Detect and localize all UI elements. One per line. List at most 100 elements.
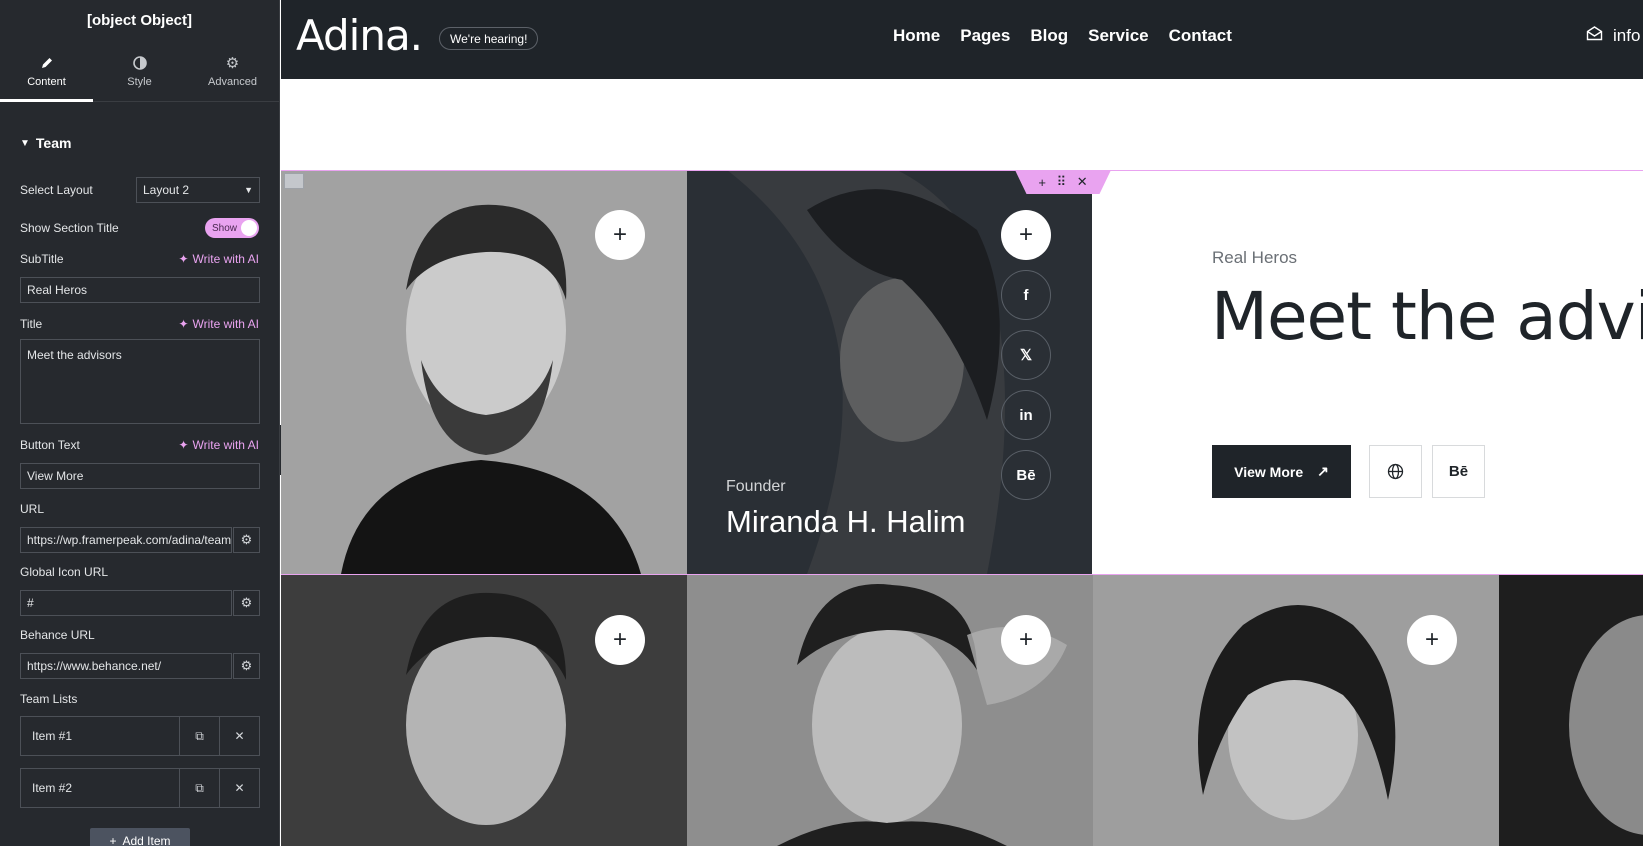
site-header: Adina. We're hearing! Home Pages Blog Se… [281, 0, 1643, 79]
plus-icon: + [109, 834, 117, 846]
drag-handle-icon[interactable]: ⠿ [1057, 174, 1067, 190]
duplicate-icon[interactable]: ⧉ [179, 769, 219, 807]
pencil-icon [40, 54, 54, 72]
url-input[interactable]: https://wp.framerpeak.com/adina/team [20, 527, 232, 553]
behance-url-input[interactable]: https://www.behance.net/ [20, 653, 232, 679]
button-text-row: Button Text ✦ Write with AI [20, 436, 259, 454]
show-title-toggle[interactable]: Show [205, 218, 259, 238]
team-section-heading: Real Heros Meet the advisors View More ↗… [1092, 170, 1643, 574]
show-title-row: Show Section Title Show [20, 218, 259, 238]
view-more-label: View More [1234, 463, 1304, 480]
menu-service[interactable]: Service [1088, 26, 1149, 46]
tab-content[interactable]: Content [0, 40, 93, 102]
url-row: URL [20, 500, 259, 518]
behance-url-row: Behance URL [20, 626, 259, 644]
title-textarea[interactable]: Meet the advisors [20, 339, 260, 424]
team-card[interactable]: + [687, 575, 1093, 846]
caret-down-icon: ▼ [20, 137, 30, 149]
featured-team-card[interactable]: + f 𝕏 in Bē Founder Miranda H. Halim [687, 170, 1093, 574]
x-twitter-icon[interactable]: 𝕏 [1001, 330, 1051, 380]
subtitle-input[interactable]: Real Heros [20, 277, 260, 303]
team-card[interactable]: + [281, 575, 687, 846]
section-team-label: Team [35, 135, 72, 151]
close-section-icon[interactable]: ✕ [1077, 174, 1088, 190]
plus-button[interactable]: + [1001, 210, 1051, 260]
ai-label: Write with AI [192, 317, 259, 331]
tab-content-label: Content [27, 75, 66, 88]
behance-link-icon[interactable]: Bē [1432, 445, 1485, 498]
arrow-up-right-icon: ↗ [1317, 463, 1329, 479]
add-item-button[interactable]: + Add Item [90, 828, 190, 846]
team-member-photo [1499, 575, 1643, 846]
panel-tabs: Content Style ⚙ Advanced [0, 40, 279, 102]
member-role: Founder [726, 478, 786, 495]
global-icon-url-row: Global Icon URL [20, 563, 259, 581]
repeater-item[interactable]: Item #2 ⧉ ✕ [20, 768, 260, 808]
gear-icon: ⚙ [225, 54, 240, 72]
url-settings-gear-icon[interactable]: ⚙ [233, 527, 260, 553]
menu-pages[interactable]: Pages [960, 26, 1010, 46]
team-lists-row: Team Lists [20, 690, 259, 708]
close-icon[interactable]: ✕ [219, 717, 259, 755]
hearing-badge[interactable]: We're hearing! [439, 27, 539, 50]
tab-style-label: Style [127, 75, 152, 88]
show-title-label: Show Section Title [20, 221, 119, 235]
mail-icon [1586, 26, 1603, 46]
plus-button[interactable]: + [595, 210, 645, 260]
plus-button[interactable]: + [1407, 615, 1457, 665]
section-team-toggle[interactable]: ▼ Team [0, 124, 279, 162]
select-layout-dropdown[interactable]: Layout 2 ▼ [136, 177, 260, 203]
chevron-down-icon: ▼ [244, 185, 253, 195]
title-row: Title ✦ Write with AI [20, 315, 259, 333]
team-card[interactable] [1499, 575, 1643, 846]
view-more-button[interactable]: View More ↗ [1212, 445, 1351, 498]
subtitle-label: SubTitle [20, 252, 64, 266]
toggle-knob [241, 220, 257, 236]
behance-icon[interactable]: Bē [1001, 450, 1051, 500]
ai-label: Write with AI [192, 252, 259, 266]
menu-blog[interactable]: Blog [1030, 26, 1068, 46]
select-layout-label: Select Layout [20, 183, 93, 197]
button-text-input[interactable]: View More [20, 463, 260, 489]
site-preview: Adina. We're hearing! Home Pages Blog Se… [281, 0, 1643, 846]
add-section-icon[interactable]: + [1038, 175, 1046, 190]
tab-advanced[interactable]: ⚙ Advanced [186, 40, 279, 101]
team-card[interactable]: + [1093, 575, 1499, 846]
plus-button[interactable]: + [595, 615, 645, 665]
tab-advanced-label: Advanced [208, 75, 257, 88]
close-icon[interactable]: ✕ [219, 769, 259, 807]
team-card[interactable]: + [281, 170, 687, 574]
behance-url-label: Behance URL [20, 628, 95, 642]
global-icon-settings-gear-icon[interactable]: ⚙ [233, 590, 260, 616]
member-name[interactable]: Miranda H. Halim [726, 504, 965, 540]
spacer-section [281, 79, 1643, 170]
linkedin-icon[interactable]: in [1001, 390, 1051, 440]
select-layout-value: Layout 2 [143, 183, 190, 197]
site-logo[interactable]: Adina. [296, 11, 423, 60]
global-icon-url-input[interactable]: # [20, 590, 232, 616]
tab-style[interactable]: Style [93, 40, 186, 101]
title-label: Title [20, 317, 43, 331]
main-menu: Home Pages Blog Service Contact [893, 26, 1232, 46]
ai-label: Write with AI [192, 438, 259, 452]
menu-home[interactable]: Home [893, 26, 940, 46]
team-lists-label: Team Lists [20, 692, 78, 706]
repeater-item[interactable]: Item #1 ⧉ ✕ [20, 716, 260, 756]
write-with-ai-subtitle[interactable]: ✦ Write with AI [178, 252, 259, 266]
facebook-icon[interactable]: f [1001, 270, 1051, 320]
repeater-item-label: Item #2 [32, 781, 73, 795]
globe-icon[interactable] [1369, 445, 1422, 498]
menu-contact[interactable]: Contact [1169, 26, 1232, 46]
header-email[interactable]: info [1586, 26, 1640, 46]
subtitle-row: SubTitle ✦ Write with AI [20, 250, 259, 268]
behance-settings-gear-icon[interactable]: ⚙ [233, 653, 260, 679]
write-with-ai-button[interactable]: ✦ Write with AI [178, 438, 259, 452]
plus-button[interactable]: + [1001, 615, 1051, 665]
header-email-text: info [1613, 26, 1641, 45]
column-handle[interactable] [284, 173, 304, 189]
duplicate-icon[interactable]: ⧉ [179, 717, 219, 755]
write-with-ai-title[interactable]: ✦ Write with AI [178, 317, 259, 331]
sparkle-icon: ✦ [178, 252, 189, 266]
editor-panel: [object Object] Content Style ⚙ Advanced… [0, 0, 280, 846]
button-text-label: Button Text [20, 438, 80, 452]
